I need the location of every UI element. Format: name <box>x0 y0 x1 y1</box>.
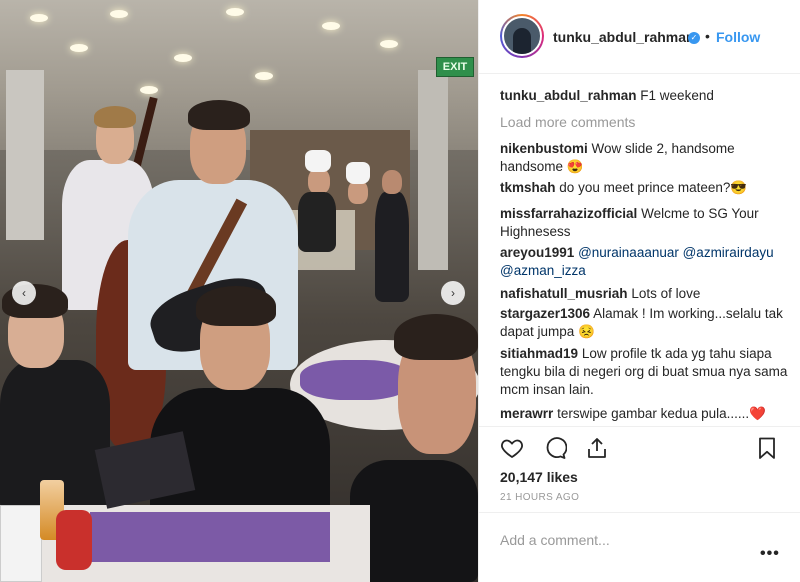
singer-hair <box>188 100 250 130</box>
comment-text: Lots of love <box>631 286 701 301</box>
add-comment-input[interactable] <box>500 529 750 551</box>
guest-hair <box>394 314 478 360</box>
ceiling-light <box>174 54 192 62</box>
likes-count[interactable]: 20,147 likes <box>500 469 578 485</box>
ceiling-light <box>30 14 48 22</box>
comment-icon[interactable] <box>543 436 567 460</box>
bookmark-icon[interactable] <box>755 436 779 460</box>
ceiling-light <box>380 40 398 48</box>
caption-text: F1 weekend <box>640 88 714 103</box>
header-separator: • <box>705 28 710 44</box>
carousel-prev-button[interactable]: ‹ <box>12 281 36 305</box>
carousel-next-button[interactable]: › <box>441 281 465 305</box>
chef-hat <box>346 162 370 184</box>
chef-body <box>298 192 336 252</box>
ceiling-light <box>255 72 273 80</box>
staff-body <box>375 192 409 302</box>
comment-username[interactable]: nikenbustomi <box>500 141 588 156</box>
exit-sign: EXIT <box>436 57 474 77</box>
load-more-comments-button[interactable]: Load more comments <box>500 113 635 131</box>
pillar <box>6 70 44 240</box>
ceiling-light <box>322 22 340 30</box>
heart-icon[interactable] <box>500 436 524 460</box>
gift-box <box>0 505 42 582</box>
comment: merawrr terswipe gambar kedua pula......… <box>500 405 790 423</box>
chevron-left-icon: ‹ <box>22 286 26 300</box>
comment-username[interactable]: missfarrahazizofficial <box>500 206 637 221</box>
comment: areyou1991 @nurainaaanuar @azmirairdayu … <box>500 244 790 280</box>
comment: nikenbustomi Wow slide 2, handsome hands… <box>500 140 790 176</box>
comment-username[interactable]: nafishatull_musriah <box>500 286 628 301</box>
table-runner <box>300 360 410 400</box>
chef-hat <box>305 150 331 172</box>
caption: tunku_abdul_rahman F1 weekend <box>500 87 790 105</box>
avatar-image <box>502 16 542 56</box>
comment: stargazer1306 Alamak ! Im working...sela… <box>500 305 790 341</box>
comment-username[interactable]: sitiahmad19 <box>500 346 578 361</box>
comment-username[interactable]: merawrr <box>500 406 553 421</box>
comment: missfarrahazizofficial Welcme to SG Your… <box>500 205 790 241</box>
add-comment-bar: ••• <box>478 512 800 582</box>
post-photo[interactable]: EXIT ‹ › <box>0 0 478 582</box>
red-glass <box>56 510 92 570</box>
ceiling-light <box>226 8 244 16</box>
comment-text: terswipe gambar kedua pula......❤️ <box>557 406 766 421</box>
follow-button[interactable]: Follow <box>716 29 760 45</box>
guest-hair <box>196 286 276 326</box>
ceiling-light <box>140 86 158 94</box>
post-timestamp[interactable]: 21 HOURS AGO <box>500 492 579 503</box>
pillar <box>418 70 448 270</box>
comment: sitiahmad19 Low profile tk ada yg tahu s… <box>500 345 790 399</box>
comment-username[interactable]: areyou1991 <box>500 245 574 260</box>
action-bar <box>478 426 800 466</box>
front-table-runner <box>90 512 330 562</box>
bassist-hair <box>94 106 136 128</box>
header-username[interactable]: tunku_abdul_rahman <box>553 29 695 45</box>
verified-badge-icon: ✓ <box>688 32 700 44</box>
chevron-right-icon: › <box>451 286 455 300</box>
share-icon[interactable] <box>585 436 609 460</box>
comment-text: do you meet prince mateen?😎 <box>559 180 748 195</box>
more-options-icon[interactable]: ••• <box>760 545 780 563</box>
comment: nafishatull_musriah Lots of love <box>500 285 790 303</box>
avatar-figure <box>513 28 531 54</box>
ceiling-light <box>70 44 88 52</box>
comment-username[interactable]: tkmshah <box>500 180 556 195</box>
comment: tkmshah do you meet prince mateen?😎 <box>500 179 790 197</box>
caption-username[interactable]: tunku_abdul_rahman <box>500 88 637 103</box>
avatar[interactable] <box>500 14 544 58</box>
staff-head <box>382 170 402 194</box>
ceiling-light <box>110 10 128 18</box>
comment-username[interactable]: stargazer1306 <box>500 306 590 321</box>
